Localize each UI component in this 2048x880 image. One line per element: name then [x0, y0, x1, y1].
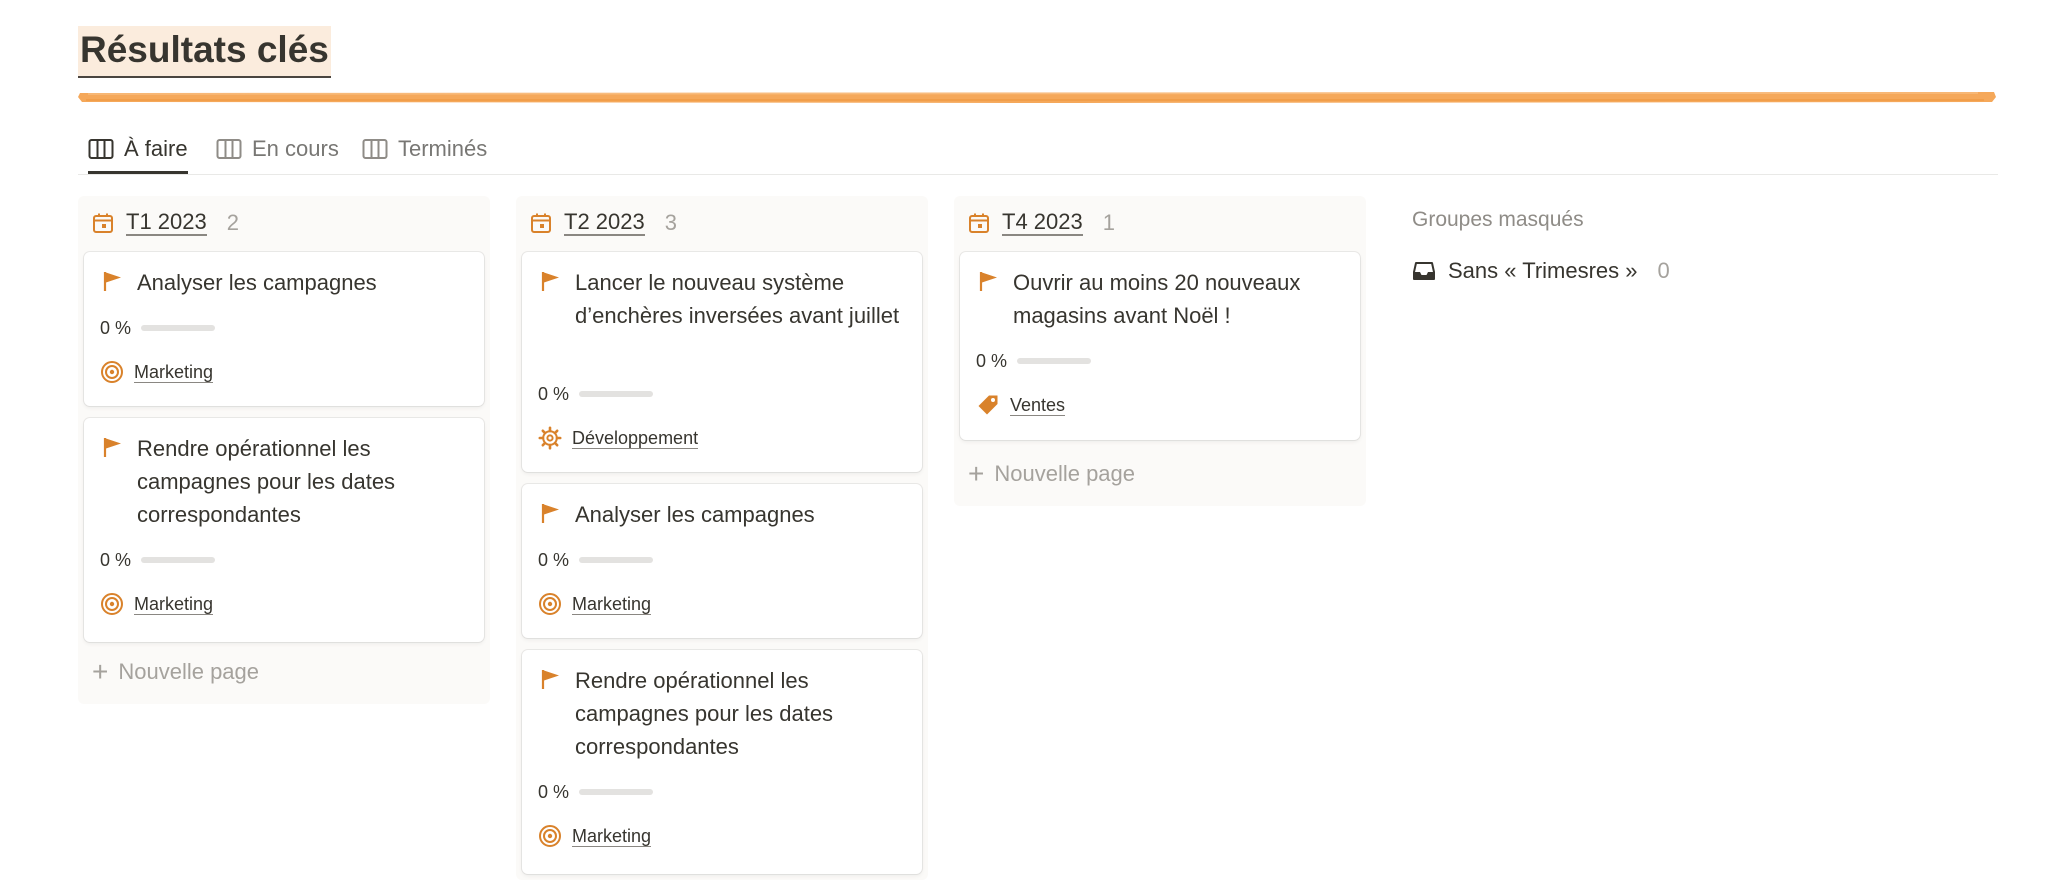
tab-label: En cours [252, 136, 339, 161]
board-column-t4-2023: T4 2023 1 Ouvrir au moins 20 nouveaux ma… [954, 196, 1366, 506]
tag-label: Marketing [572, 593, 652, 615]
tag-label: Ventes [1010, 394, 1066, 416]
column-header[interactable]: T4 2023 1 [954, 196, 1366, 250]
column-title: T2 2023 [564, 209, 645, 236]
progress-bar [141, 325, 216, 331]
new-page-button[interactable]: + Nouvelle page [92, 654, 259, 690]
hidden-group-item[interactable]: Sans « Trimesres » 0 [1412, 258, 1670, 284]
flag-icon [541, 272, 559, 291]
column-title: T1 2023 [126, 209, 207, 236]
calendar-icon [93, 213, 113, 233]
progress-label: 0 % [976, 350, 1008, 371]
board-column-t2-2023: T2 2023 3 Lancer le nouveau système d’en… [516, 196, 928, 880]
progress: 0 % [538, 780, 654, 804]
flag-icon [541, 504, 559, 523]
progress-bar [1017, 358, 1092, 364]
brush-stroke-divider [78, 92, 1996, 103]
progress-bar [579, 789, 654, 795]
card[interactable]: Analyser les campagnes 0 % Marketing [84, 252, 484, 406]
target-icon [539, 825, 561, 847]
column-count: 2 [226, 210, 239, 235]
card-title: Ouvrir au moins 20 nouveaux magasins ava… [1013, 270, 1301, 328]
plus-icon: + [968, 458, 985, 489]
progress-label: 0 % [538, 781, 570, 802]
progress-bar [579, 391, 654, 397]
page-content: Résultats clés À faire En cours Terminés… [78, 0, 1998, 880]
page-title[interactable]: Résultats clés [78, 26, 331, 78]
tag-label: Développement [572, 427, 699, 449]
calendar-icon [969, 213, 989, 233]
card[interactable]: Lancer le nouveau système d’enchères inv… [522, 252, 922, 472]
inbox-icon [1413, 262, 1435, 280]
tag[interactable]: Marketing [100, 358, 214, 386]
tab-label: Terminés [398, 136, 488, 161]
board-icon [88, 138, 114, 159]
tab-termines[interactable]: Terminés [362, 126, 487, 172]
progress-bar [141, 557, 216, 563]
card-title: Lancer le nouveau système d’enchères inv… [575, 270, 900, 328]
new-page-label: Nouvelle page [118, 659, 260, 684]
tab-en-cours[interactable]: En cours [216, 126, 339, 172]
column-header[interactable]: T1 2023 2 [78, 196, 490, 250]
tag[interactable]: Marketing [100, 590, 214, 618]
tag-label: Marketing [134, 593, 214, 615]
column-count: 1 [1102, 210, 1115, 235]
column-header[interactable]: T2 2023 3 [516, 196, 928, 250]
gear-icon [538, 426, 562, 450]
progress-label: 0 % [538, 549, 570, 570]
flag-icon [541, 670, 559, 689]
target-icon [101, 361, 123, 383]
progress-label: 0 % [100, 549, 132, 570]
card-title: Analyser les campagnes [137, 270, 377, 295]
card-title: Analyser les campagnes [575, 502, 815, 527]
new-page-label: Nouvelle page [994, 461, 1136, 486]
column-count: 3 [664, 210, 677, 235]
view-tabs: À faire En cours Terminés [78, 126, 1998, 175]
progress: 0 % [100, 548, 216, 572]
hidden-group-label: Sans « Trimesres » [1448, 258, 1638, 283]
progress-label: 0 % [100, 317, 132, 338]
board-column-t1-2023: T1 2023 2 Analyser les campagnes 0 % Mar… [78, 196, 490, 704]
card[interactable]: Analyser les campagnes 0 % Marketing [522, 484, 922, 638]
tag[interactable]: Marketing [538, 590, 652, 618]
flag-icon [979, 272, 997, 291]
plus-icon: + [92, 656, 109, 687]
progress: 0 % [100, 316, 216, 340]
tag[interactable]: Développement [538, 424, 699, 452]
flag-icon [103, 438, 121, 457]
target-icon [101, 593, 123, 615]
progress: 0 % [538, 382, 654, 406]
column-title: T4 2023 [1002, 209, 1083, 236]
card-title: Rendre opérationnel les campagnes pour l… [137, 436, 396, 527]
flag-icon [103, 272, 121, 291]
card[interactable]: Ouvrir au moins 20 nouveaux magasins ava… [960, 252, 1360, 440]
new-page-button[interactable]: + Nouvelle page [968, 456, 1135, 492]
hidden-group-count: 0 [1657, 258, 1670, 283]
calendar-icon [531, 213, 551, 233]
title-wrap: Résultats clés [78, 26, 331, 78]
card[interactable]: Rendre opérationnel les campagnes pour l… [522, 650, 922, 874]
progress: 0 % [538, 548, 654, 572]
tag-label: Marketing [134, 361, 214, 383]
hidden-groups: Groupes masqués Sans « Trimesres » 0 [1412, 208, 1892, 283]
hidden-groups-title: Groupes masqués [1412, 208, 1584, 231]
progress-label: 0 % [538, 383, 570, 404]
tag[interactable]: Marketing [538, 822, 652, 850]
price-tag-icon [978, 395, 998, 415]
tab-a-faire[interactable]: À faire [88, 126, 188, 174]
tab-label: À faire [124, 135, 188, 161]
card[interactable]: Rendre opérationnel les campagnes pour l… [84, 418, 484, 642]
board-icon [362, 139, 388, 159]
tag-label: Marketing [572, 825, 652, 847]
progress-bar [579, 557, 654, 563]
board-icon [216, 139, 242, 159]
card-title: Rendre opérationnel les campagnes pour l… [575, 668, 834, 759]
target-icon [539, 593, 561, 615]
tag[interactable]: Ventes [976, 391, 1066, 419]
progress: 0 % [976, 349, 1092, 373]
